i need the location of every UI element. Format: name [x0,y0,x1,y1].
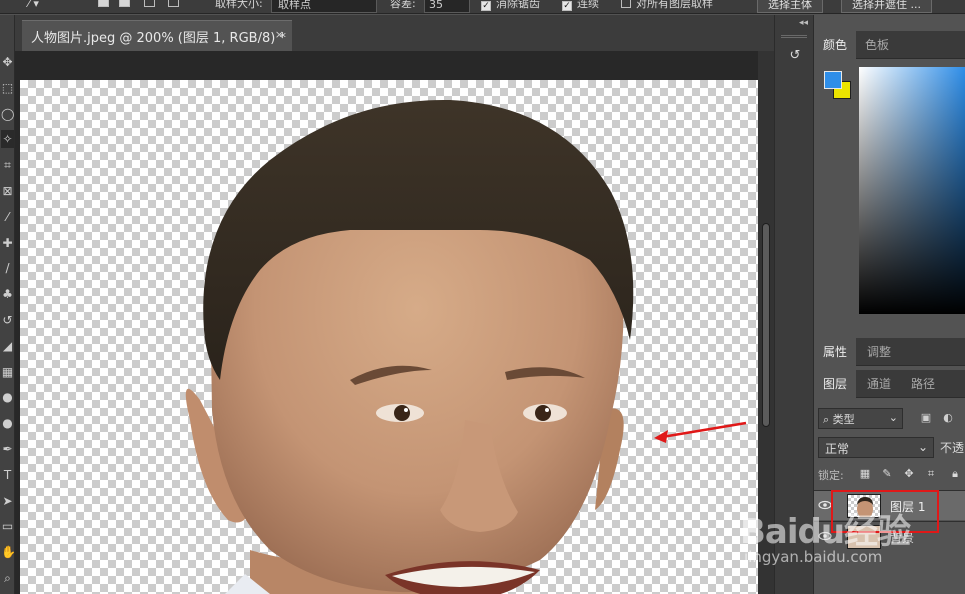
sample-all-layers-label: 对所有图层取样 [636,0,713,10]
annotation-arrow [654,421,747,443]
tab-layers[interactable]: 图层 [814,370,857,398]
tolerance-input[interactable]: 35 [424,0,470,13]
layer-filter-dropdown[interactable]: ⌕ 类型 ⌄ [818,408,903,429]
tab-adjustments[interactable]: 调整 [858,338,900,366]
layer-name: 图层 1 [890,500,926,514]
layer-filter-label: 类型 [832,413,855,426]
gradient-tool-icon[interactable]: ▦ [1,363,14,381]
lock-position-icon[interactable]: ✥ [902,466,916,482]
lock-transparent-icon[interactable]: ▦ [858,466,872,482]
path-selection-tool-icon[interactable]: ➤ [1,492,14,510]
type-tool-icon[interactable]: T [1,466,14,484]
tab-swatches[interactable]: 色板 [856,31,898,59]
layer-name: 背景 [890,531,915,545]
subtract-selection-icon[interactable] [144,0,155,13]
portrait-image [185,99,747,594]
contiguous-checkbox[interactable]: ✓ 连续 [562,0,599,13]
close-icon[interactable]: × [275,28,284,41]
canvas[interactable] [20,80,758,594]
properties-panel-tabs: 属性 调整 [814,338,965,366]
tab-color[interactable]: 颜色 [814,31,857,59]
vertical-scrollbar[interactable] [758,51,774,594]
brush-tool-icon[interactable]: / [1,259,14,277]
lock-label: 锁定: [818,469,844,482]
blend-mode-dropdown[interactable]: 正常 ⌄ [818,437,934,458]
dodge-tool-icon[interactable]: ● [1,414,14,432]
tab-paths[interactable]: 路径 [902,370,944,398]
checkbox-checked-icon: ✓ [481,1,491,11]
zoom-tool-icon[interactable]: ⌕ [1,569,14,587]
select-subject-button[interactable]: 选择主体 [757,0,823,13]
tolerance-label: 容差: [390,0,416,10]
eraser-tool-icon[interactable]: ◢ [1,337,14,355]
layer-row-layer-1[interactable]: 图层 1 [814,490,965,520]
tab-properties[interactable]: 属性 [814,338,857,366]
add-selection-icon[interactable] [119,0,130,13]
document-tab[interactable]: 人物图片.jpeg @ 200% (图层 1, RGB/8) * × [22,20,292,51]
select-and-mask-button[interactable]: 选择并遮住 ... [841,0,932,13]
layer-row-background[interactable]: 背景 [814,521,965,551]
adjustment-filter-icon[interactable]: ◐ [940,410,956,426]
pasteboard [15,51,758,80]
options-bar: ⁄ ▾ 取样大小: 取样点 容差: 35 ✓ 消除锯齿 ✓ 连续 对所有图层取样 选… [0,0,965,14]
clone-stamp-tool-icon[interactable]: ♣ [1,285,14,303]
color-picker-field[interactable] [859,67,965,314]
history-brush-tool-icon[interactable]: ↺ [1,311,14,329]
blend-mode-value: 正常 [825,442,850,456]
collapse-panels-icon[interactable]: ◂◂ [799,18,808,28]
tab-channels[interactable]: 通道 [858,370,900,398]
new-selection-icon[interactable] [98,0,109,13]
scrollbar-thumb[interactable] [762,223,770,427]
chevron-down-icon: ⌄ [888,411,898,424]
sample-size-dropdown[interactable]: 取样点 [271,0,377,13]
opacity-label: 不透 [940,441,965,455]
hand-tool-icon[interactable]: ✋ [1,543,14,561]
magic-wand-preset-icon[interactable]: ⁄ ▾ [28,0,39,13]
layer-thumbnail [847,525,881,549]
lock-image-icon[interactable]: ✎ [880,466,894,482]
right-panels: 颜色 色板 属性 调整 图层 通道 路径 ⌕ 类型 ⌄ ▣ ◐ 正常 ⌄ 不透 … [814,15,965,594]
sample-all-layers-checkbox[interactable]: 对所有图层取样 [621,0,713,13]
eyedropper-tool-icon[interactable]: ⁄ [1,208,14,226]
frame-tool-icon[interactable]: ⊠ [1,182,14,200]
marquee-tool-icon[interactable]: ⬚ [1,79,14,97]
crop-tool-icon[interactable]: ⌗ [1,156,14,174]
antialias-label: 消除锯齿 [496,0,540,10]
search-icon: ⌕ [823,413,833,426]
eye-icon[interactable] [818,498,832,512]
document-tab-title: 人物图片.jpeg @ 200% (图层 1, RGB/8) * [31,31,286,46]
rectangle-tool-icon[interactable]: ▭ [1,517,14,535]
panel-dock: ◂◂ ↺ [774,15,814,594]
layers-panel-tabs: 图层 通道 路径 [814,370,965,398]
antialias-checkbox[interactable]: ✓ 消除锯齿 [481,0,540,13]
tools-panel: ✥ ⬚ ◯ ✧ ⌗ ⊠ ⁄ ✚ / ♣ ↺ ◢ ▦ ● ● ✒ T ➤ ▭ ✋ ⌕ [0,15,15,594]
chevron-down-icon: ⌄ [917,440,928,454]
layer-thumbnail [847,494,881,518]
magic-wand-tool-icon[interactable]: ✧ [1,130,14,149]
document-window [15,51,774,594]
lasso-tool-icon[interactable]: ◯ [1,105,14,123]
move-tool-icon[interactable]: ✥ [1,53,14,71]
blur-tool-icon[interactable]: ● [1,388,14,406]
checkbox-unchecked-icon [621,0,631,8]
checkbox-checked-icon: ✓ [562,1,572,11]
sample-size-label: 取样大小: [215,0,263,10]
lock-all-icon[interactable]: 🔒︎ [948,466,962,482]
contiguous-label: 连续 [577,0,599,10]
dock-grip-icon[interactable] [781,35,807,38]
intersect-selection-icon[interactable] [168,0,179,13]
lock-artboard-icon[interactable]: ⌗ [924,466,938,482]
image-filter-icon[interactable]: ▣ [918,410,934,426]
color-panel-tabs: 颜色 色板 [814,31,965,59]
pen-tool-icon[interactable]: ✒ [1,440,14,458]
eye-icon[interactable] [818,529,832,543]
foreground-color-swatch[interactable] [824,71,842,89]
healing-brush-tool-icon[interactable]: ✚ [1,234,14,252]
document-tab-bar: 人物图片.jpeg @ 200% (图层 1, RGB/8) * × [15,15,774,51]
history-panel-icon[interactable]: ↺ [783,45,807,67]
